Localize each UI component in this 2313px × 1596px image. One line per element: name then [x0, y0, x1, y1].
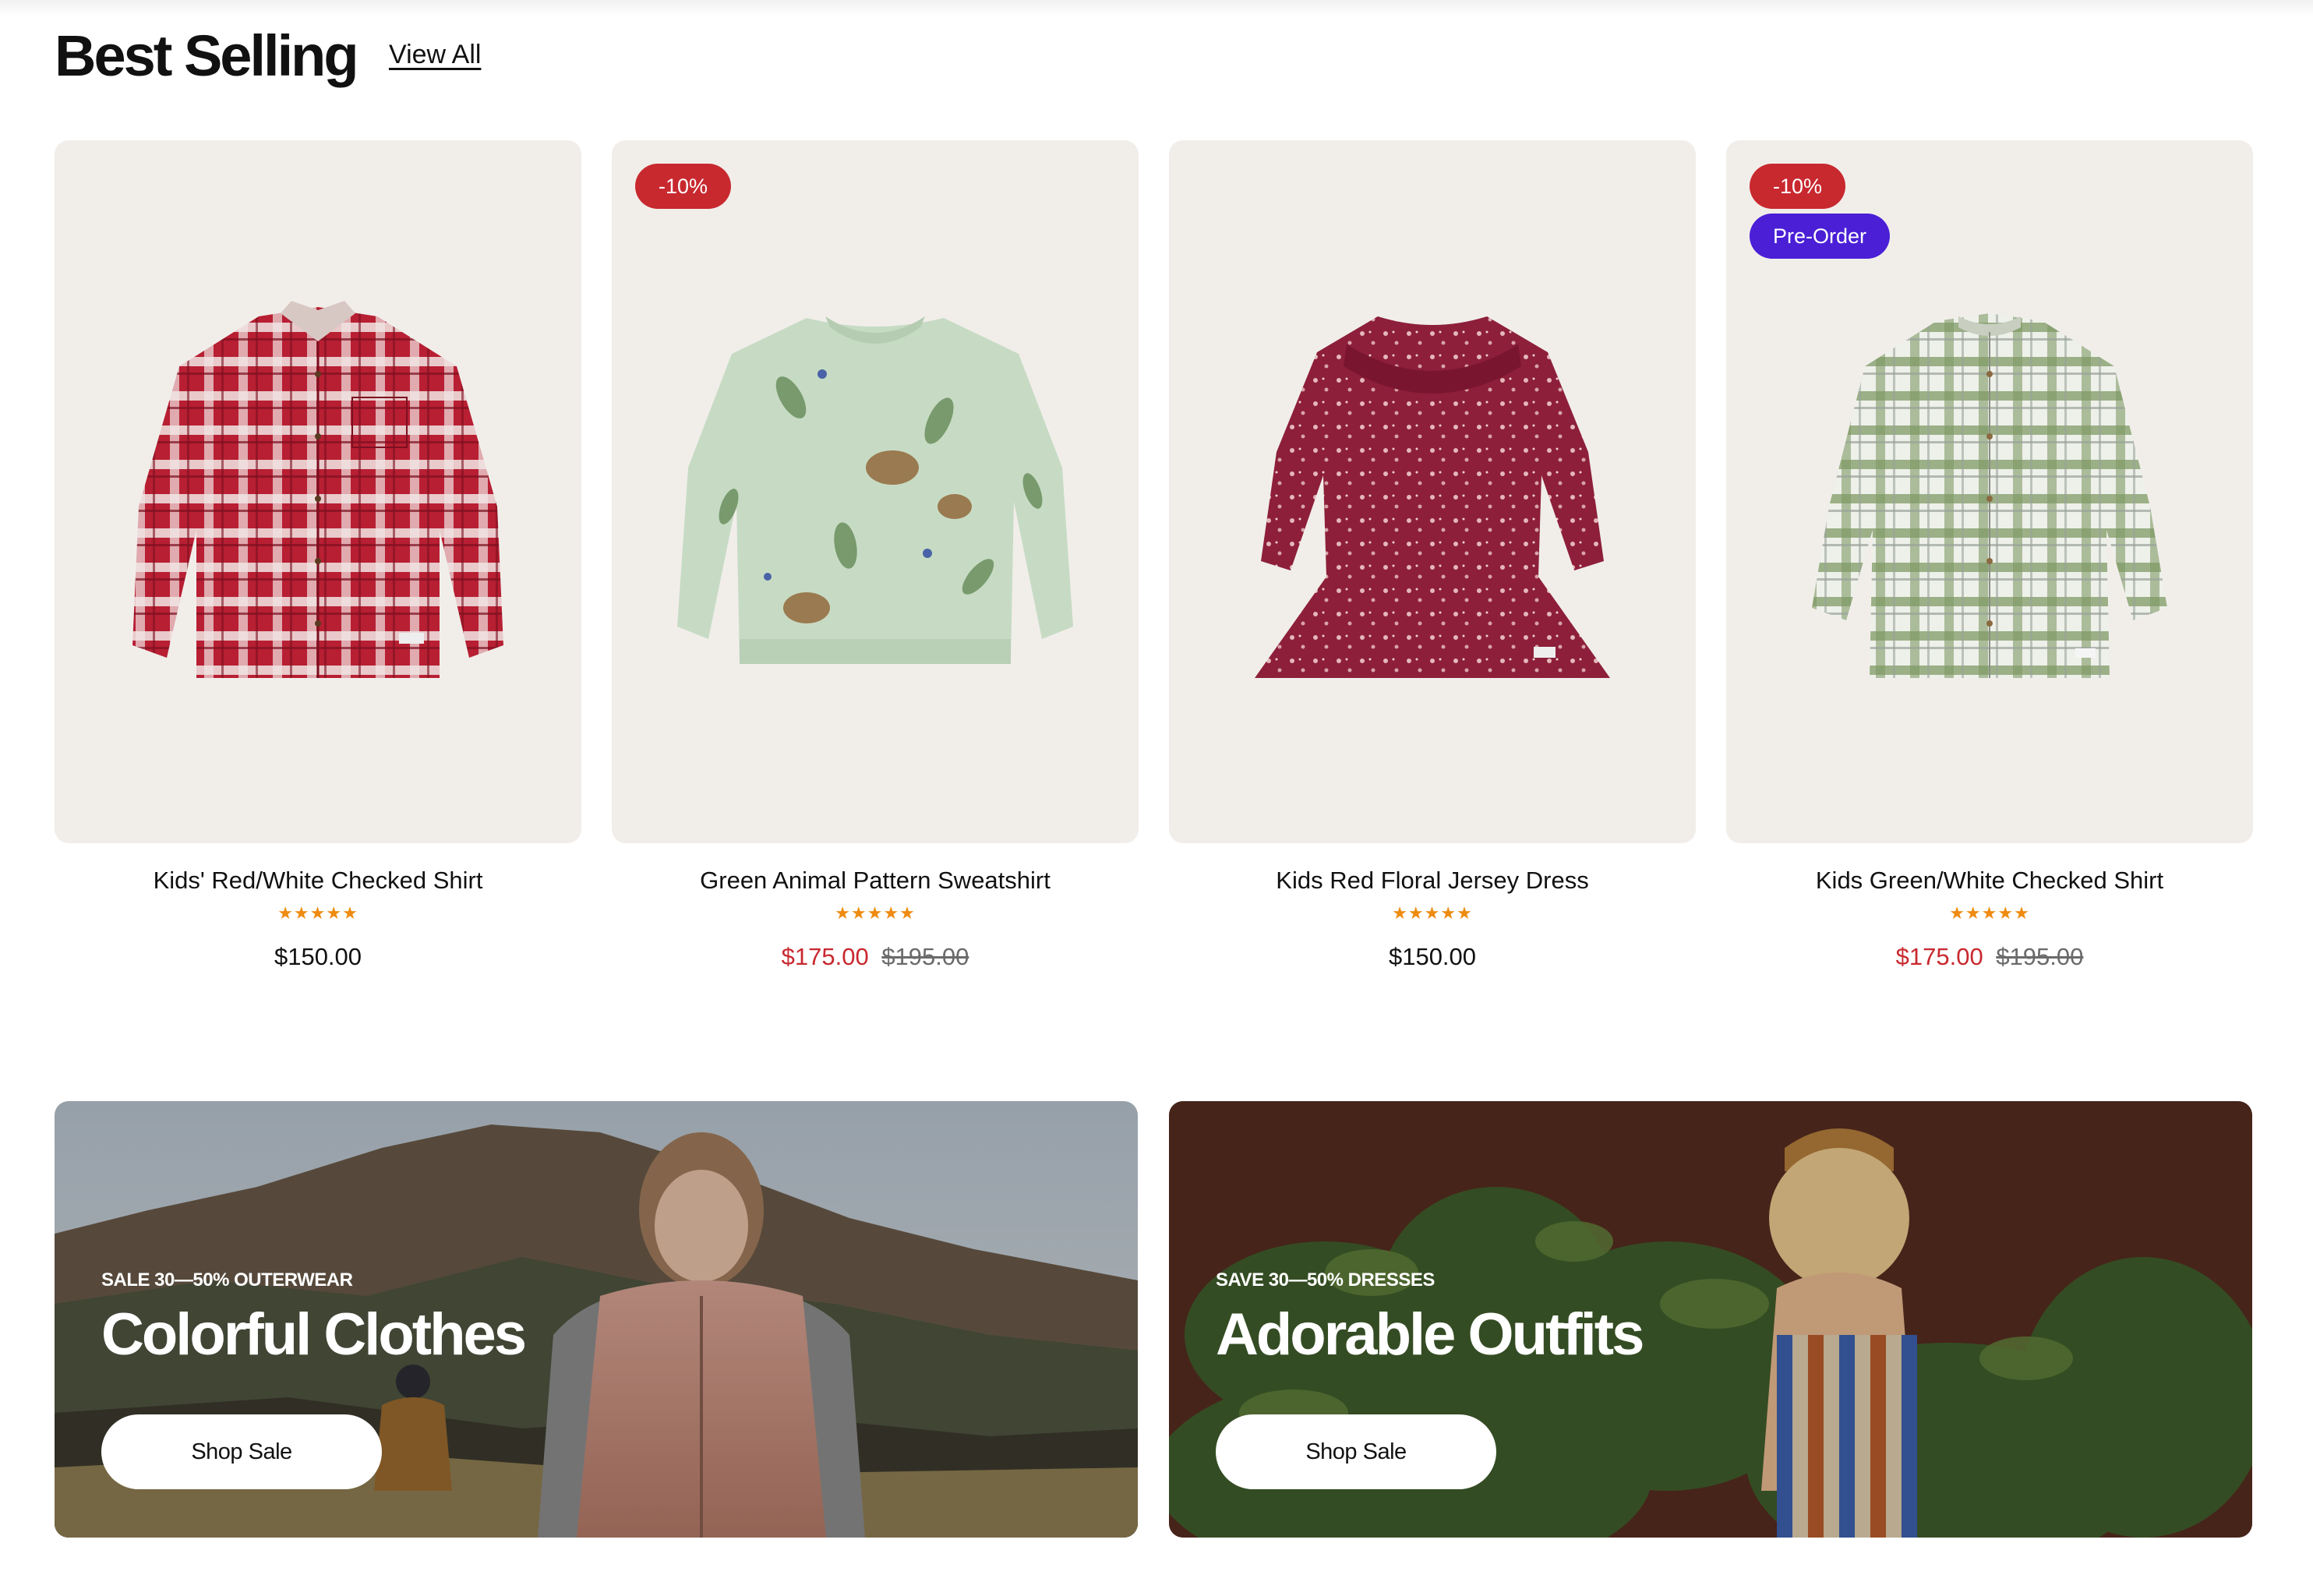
- section-title: Best Selling: [55, 23, 359, 88]
- green-sweatshirt-image: [677, 316, 1073, 664]
- product-name[interactable]: Green Animal Pattern Sweatshirt: [612, 865, 1139, 896]
- top-edge-shadow: [0, 0, 2313, 17]
- star-icon: ★★★★★: [1392, 903, 1473, 923]
- sale-price: $175.00: [1895, 943, 1983, 970]
- product-name[interactable]: Kids' Red/White Checked Shirt: [55, 865, 581, 896]
- shop-sale-button[interactable]: Shop Sale: [1216, 1414, 1496, 1489]
- product-image[interactable]: [55, 140, 581, 843]
- star-icon: ★★★★★: [835, 903, 916, 923]
- promo-banner-dresses[interactable]: SAVE 30—50% DRESSES Adorable Outfits Sho…: [1169, 1101, 2252, 1538]
- discount-badge: -10%: [1750, 164, 1846, 209]
- original-price: $195.00: [881, 943, 969, 970]
- view-all-link[interactable]: View All: [389, 36, 481, 73]
- product-card[interactable]: Kids Red Floral Jersey Dress ★★★★★ $150.…: [1169, 140, 1696, 973]
- product-price: $150.00: [274, 943, 362, 970]
- discount-badge: -10%: [635, 164, 732, 209]
- red-floral-dress-image: [1255, 316, 1610, 678]
- banner-headline: Colorful Clothes: [101, 1301, 527, 1368]
- product-price: $150.00: [1388, 943, 1477, 970]
- red-checked-shirt-image: [132, 301, 503, 678]
- price-row: $175.00 $195.00: [612, 941, 1139, 973]
- price-row: $150.00: [1169, 941, 1696, 973]
- product-image[interactable]: -10% Pre-Order: [1726, 140, 2253, 843]
- promo-banner-outerwear[interactable]: SALE 30—50% OUTERWEAR Colorful Clothes S…: [55, 1101, 1138, 1538]
- price-row: $175.00 $195.00: [1726, 941, 2253, 973]
- product-card[interactable]: -10% Green Animal Pattern Sweatshirt ★★★…: [612, 140, 1139, 973]
- star-icon: ★★★★★: [1949, 903, 2030, 923]
- shop-sale-button[interactable]: Shop Sale: [101, 1414, 382, 1489]
- product-image[interactable]: [1169, 140, 1696, 843]
- banner-eyebrow: SALE 30—50% OUTERWEAR: [101, 1269, 353, 1291]
- product-image[interactable]: -10%: [612, 140, 1139, 843]
- price-row: $150.00: [55, 941, 581, 973]
- product-card[interactable]: Kids' Red/White Checked Shirt ★★★★★ $150…: [55, 140, 581, 973]
- star-icon: ★★★★★: [277, 903, 358, 923]
- preorder-badge: Pre-Order: [1750, 214, 1891, 259]
- product-name[interactable]: Kids Green/White Checked Shirt: [1726, 865, 2253, 896]
- banner-headline: Adorable Outfits: [1216, 1301, 1644, 1368]
- original-price: $195.00: [1996, 943, 2084, 970]
- product-card[interactable]: -10% Pre-Order Kids Green/White Checked …: [1726, 140, 2253, 973]
- banner-eyebrow: SAVE 30—50% DRESSES: [1216, 1269, 1435, 1291]
- sale-price: $175.00: [781, 943, 869, 970]
- product-name[interactable]: Kids Red Floral Jersey Dress: [1169, 865, 1696, 896]
